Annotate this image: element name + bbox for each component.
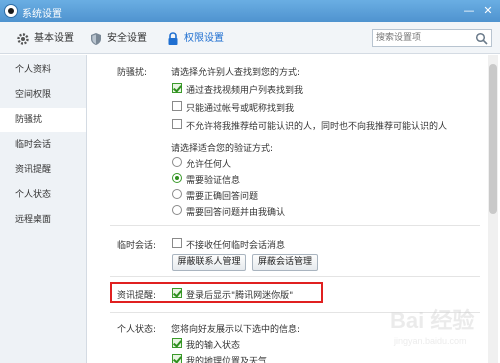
show-typing-status-checkbox[interactable] bbox=[172, 338, 182, 348]
search-input[interactable] bbox=[376, 31, 472, 45]
tab-basic-label: 基本设置 bbox=[34, 33, 74, 44]
find-via-video-list-label: 通过查找视频用户列表找到我 bbox=[186, 86, 304, 96]
show-location-weather-label: 我的地理位置及天气 bbox=[186, 357, 268, 363]
minimize-button[interactable]: — bbox=[460, 3, 478, 18]
find-method-prompt: 请选择允许别人查找到您的方式: bbox=[171, 68, 301, 78]
tab-basic-settings[interactable]: 基本设置 bbox=[16, 31, 78, 47]
verify-need-message-label: 需要验证信息 bbox=[186, 176, 241, 186]
baidu-watermark: Bai 经验 jingyan.baidu.com bbox=[386, 300, 496, 360]
window-title: 系统设置 bbox=[22, 9, 62, 20]
section-divider bbox=[110, 225, 480, 226]
watermark-text: Bai 经验 bbox=[390, 308, 474, 333]
tab-security-label: 安全设置 bbox=[107, 33, 147, 44]
scrollbar-thumb[interactable] bbox=[489, 64, 497, 214]
sidebar-item-profile[interactable]: 个人资料 bbox=[0, 58, 86, 82]
status-section-label: 个人状态: bbox=[117, 325, 157, 335]
settings-window: 系统设置 — ✕ 基本设置 安全设置 权限设置 搜索设置项 个人资料 空间权限 … bbox=[0, 0, 500, 363]
shield-icon bbox=[91, 33, 101, 45]
search-box bbox=[372, 29, 492, 47]
settings-toolbar: 基本设置 安全设置 权限设置 bbox=[0, 22, 500, 54]
close-button[interactable]: ✕ bbox=[479, 3, 497, 18]
lock-icon bbox=[168, 32, 178, 45]
sidebar-item-temp-chat[interactable]: 临时会话 bbox=[0, 133, 86, 157]
temp-chat-section-label: 临时会话: bbox=[117, 241, 157, 251]
verify-method-prompt: 请选择适合您的验证方式: bbox=[171, 144, 274, 154]
block-contacts-button[interactable]: 屏蔽联系人管理 bbox=[172, 254, 246, 271]
show-typing-status-label: 我的输入状态 bbox=[186, 341, 241, 351]
gear-icon bbox=[17, 33, 29, 45]
find-via-video-list-checkbox[interactable] bbox=[172, 83, 182, 93]
no-recommend-label: 不允许将我推荐给可能认识的人，同时也不向我推荐可能认识的人 bbox=[186, 122, 448, 132]
find-via-account-only-checkbox[interactable] bbox=[172, 101, 182, 111]
sidebar-item-space-permission[interactable]: 空间权限 bbox=[0, 83, 86, 107]
sidebar-item-remote-desktop[interactable]: 远程桌面 bbox=[0, 208, 86, 232]
verify-correct-answer-label: 需要正确回答问题 bbox=[186, 192, 259, 202]
title-bar: 系统设置 — ✕ bbox=[0, 0, 500, 22]
tab-privacy-label: 权限设置 bbox=[184, 33, 224, 44]
search-icon[interactable] bbox=[475, 32, 488, 45]
verify-allow-anyone-label: 允许任何人 bbox=[186, 160, 232, 170]
find-via-account-only-label: 只能通过帐号或昵称找到我 bbox=[186, 104, 295, 114]
tab-security-settings[interactable]: 安全设置 bbox=[89, 31, 151, 47]
sidebar-item-anti-harassment[interactable]: 防骚扰 bbox=[0, 108, 86, 132]
reject-temp-chat-checkbox[interactable] bbox=[172, 238, 182, 248]
highlight-box bbox=[110, 282, 323, 303]
reject-temp-chat-label: 不接收任何临时会话消息 bbox=[186, 241, 286, 251]
watermark-sub: jingyan.baidu.com bbox=[393, 336, 467, 346]
verify-correct-answer-radio[interactable] bbox=[172, 189, 182, 199]
baidu-paw-icon: Bai 经验 jingyan.baidu.com bbox=[390, 308, 474, 346]
no-recommend-checkbox[interactable] bbox=[172, 119, 182, 129]
tab-privacy-settings[interactable]: 权限设置 bbox=[166, 31, 228, 47]
section-divider bbox=[110, 276, 480, 277]
verify-answer-confirm-label: 需要回答问题并由我确认 bbox=[186, 208, 286, 218]
block-sessions-button[interactable]: 屏蔽会话管理 bbox=[252, 254, 318, 271]
sidebar-item-personal-status[interactable]: 个人状态 bbox=[0, 183, 86, 207]
verify-allow-anyone-radio[interactable] bbox=[172, 157, 182, 167]
harassment-section-label: 防骚扰: bbox=[117, 68, 148, 78]
settings-sidebar: 个人资料 空间权限 防骚扰 临时会话 资讯提醒 个人状态 远程桌面 bbox=[0, 55, 87, 363]
verify-answer-confirm-radio[interactable] bbox=[172, 205, 182, 215]
verify-need-message-radio[interactable] bbox=[172, 173, 182, 183]
show-location-weather-checkbox[interactable] bbox=[172, 354, 182, 363]
app-logo-icon bbox=[4, 4, 18, 18]
status-prompt: 您将向好友展示以下选中的信息: bbox=[171, 325, 301, 335]
sidebar-item-news-reminder[interactable]: 资讯提醒 bbox=[0, 158, 86, 182]
